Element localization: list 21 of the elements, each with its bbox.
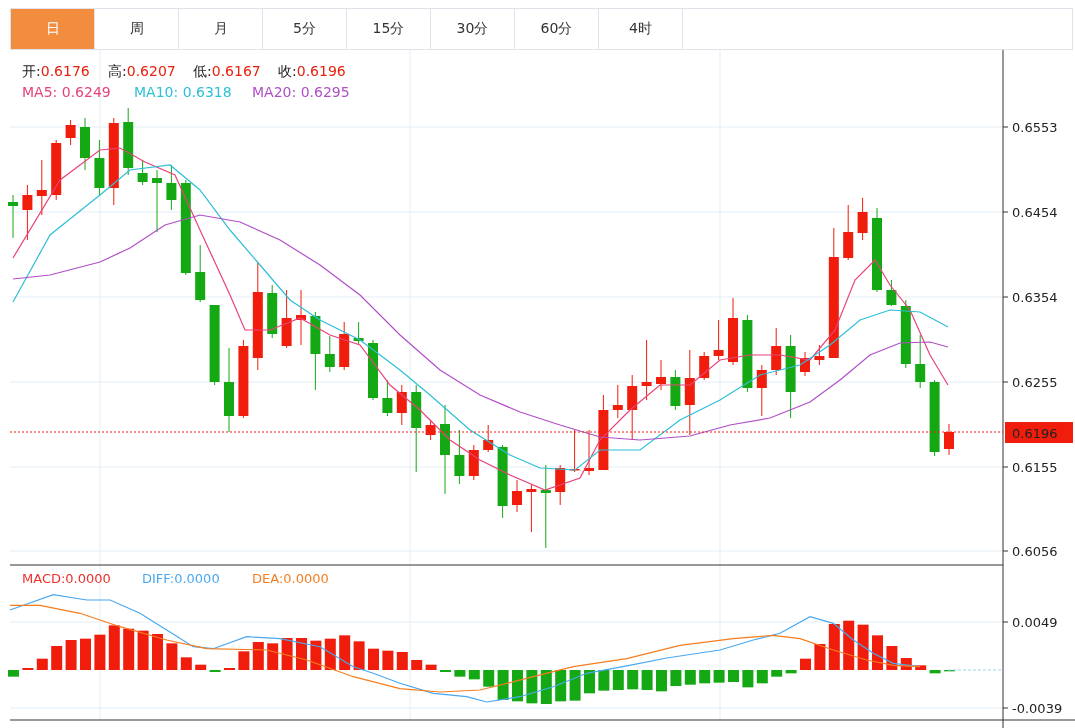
ohlc-reading: 高:0.6207	[108, 63, 176, 79]
current-price-label-background	[1005, 422, 1073, 443]
ohlc-reading: 开:0.6176	[22, 63, 90, 79]
moving-average-reading: MA5: 0.6249	[22, 84, 111, 100]
macd-tick-label: 0.0049	[1012, 615, 1058, 630]
moving-average-reading: MA20: 0.6295	[252, 84, 350, 100]
zero-line	[947, 669, 1004, 671]
moving-average-reading: MA10: 0.6318	[134, 84, 232, 100]
current-price-label: 0.6196	[1012, 426, 1058, 441]
price-tick-label: 0.6454	[1012, 205, 1058, 220]
price-tick-label: 0.6255	[1012, 375, 1058, 390]
price-tick-label: 0.6553	[1012, 120, 1058, 135]
price-tick-label: 0.6056	[1012, 544, 1058, 559]
macd-reading: DIFF:0.0000	[142, 571, 220, 586]
ohlc-reading: 收:0.6196	[278, 63, 346, 79]
macd-reading: MACD:0.0000	[22, 571, 111, 586]
macd-reading: DEA:0.0000	[252, 571, 329, 586]
macd-tick-label: -0.0039	[1012, 701, 1063, 716]
ohlc-reading: 低:0.6167	[193, 63, 261, 79]
price-tick-label: 0.6354	[1012, 290, 1058, 305]
price-tick-label: 0.6155	[1012, 460, 1058, 475]
